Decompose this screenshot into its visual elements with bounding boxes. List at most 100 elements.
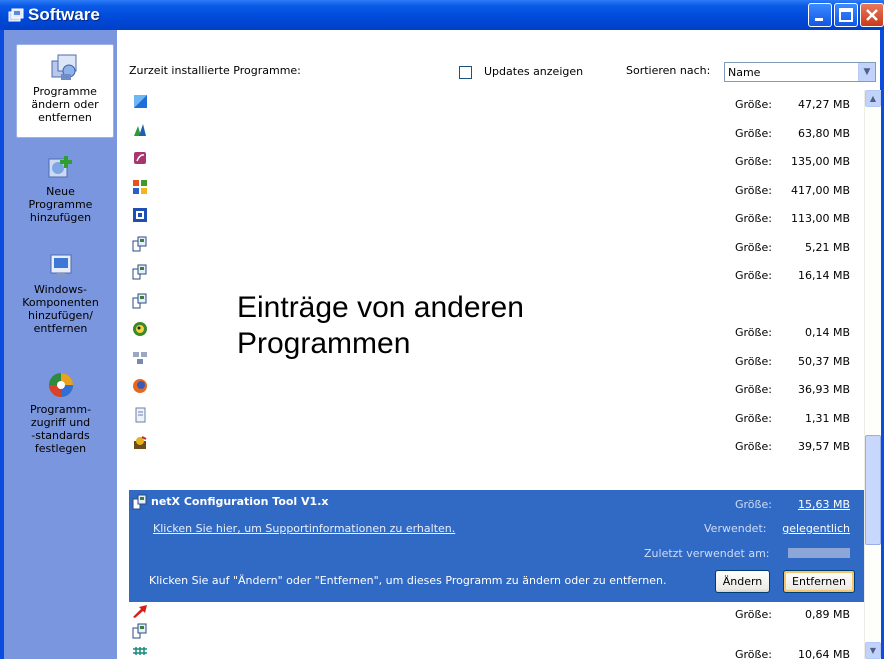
chart-app-icon — [134, 123, 146, 136]
selected-size-value[interactable]: 15,63 MB — [798, 498, 850, 511]
chevron-down-icon[interactable]: ▼ — [858, 63, 875, 81]
sidebar-item-windows-components[interactable]: Windows- Komponenten hinzufügen/ entfern… — [4, 245, 117, 335]
list-item[interactable]: Größe: 39,57 MB — [129, 432, 864, 460]
framework-app-icon — [133, 208, 147, 222]
sidebar-item-label: hinzufügen/ — [27, 309, 94, 322]
list-item[interactable]: Größe: 417,00 MB — [129, 176, 864, 204]
sidebar-item-label: Programm- — [29, 403, 92, 416]
list-item[interactable]: Größe: 135,00 MB — [129, 147, 864, 175]
installer-icon — [132, 293, 147, 308]
list-item[interactable]: Größe: 16,14 MB — [129, 261, 864, 289]
minimize-button[interactable] — [808, 3, 832, 27]
scroll-up-icon[interactable]: ▲ — [865, 90, 881, 107]
list-item[interactable]: Größe: 63,80 MB — [129, 119, 864, 147]
list-item[interactable] — [129, 290, 864, 318]
scroll-thumb[interactable] — [865, 435, 881, 545]
sidebar-item-label: zugriff und — [30, 416, 91, 429]
size-label: Größe: — [735, 648, 772, 659]
size-label: Größe: — [735, 440, 772, 453]
sidebar-item-change-remove[interactable]: Programme ändern oder entfernen — [16, 44, 114, 138]
list-scrollbar[interactable]: ▲ ▼ — [864, 90, 881, 659]
red-arrow-app-icon — [133, 605, 147, 618]
size-label: Größe: — [735, 326, 772, 339]
size-label: Größe: — [735, 269, 772, 282]
sidebar-item-label: entfernen — [38, 111, 92, 124]
sidebar-item-label: -standards — [31, 429, 90, 442]
size-value: 63,80 MB — [797, 126, 850, 140]
sidebar-item-label: entfernen — [33, 322, 88, 335]
sidebar-item-label: Programme — [28, 198, 93, 211]
scroll-down-icon[interactable]: ▼ — [865, 642, 881, 659]
maximize-button[interactable] — [834, 3, 858, 27]
window-title: Software — [28, 5, 100, 24]
selected-program-name: netX Configuration Tool V1.x — [151, 495, 329, 508]
change-button[interactable]: Ändern — [715, 570, 770, 593]
size-label: Größe: — [735, 383, 772, 396]
program-access-defaults-icon — [48, 373, 73, 397]
installer-icon — [132, 494, 147, 510]
minimize-icon — [815, 18, 823, 21]
list-item[interactable]: Größe: 50,37 MB — [129, 347, 864, 375]
size-value: 1,31 MB — [804, 411, 850, 425]
media-app-icon — [134, 152, 146, 164]
list-item[interactable]: Größe: 36,93 MB — [129, 375, 864, 403]
size-label: Größe: — [735, 183, 772, 197]
sidebar-item-add-programs[interactable]: Neue Programme hinzufügen — [4, 147, 117, 224]
programs-change-remove-icon — [51, 54, 77, 80]
show-updates-label[interactable]: Updates anzeigen — [484, 65, 583, 78]
list-item[interactable]: Größe: 5,21 MB — [129, 233, 864, 261]
main-pane: Zurzeit installierte Programme: Updates … — [117, 30, 881, 659]
list-item[interactable]: Größe: 1,31 MB — [129, 404, 864, 432]
close-button[interactable] — [860, 3, 884, 27]
installer-icon — [132, 264, 147, 280]
selected-program-row[interactable]: netX Configuration Tool V1.x Größe: 15,6… — [129, 490, 864, 602]
show-updates-checkbox[interactable] — [459, 66, 472, 79]
sort-by-select[interactable]: Name ▼ — [724, 62, 876, 82]
task-sidebar: Programme ändern oder entfernen Neue Pro… — [4, 30, 117, 659]
sort-by-value: Name — [728, 66, 761, 79]
size-value: 0,14 MB — [804, 326, 850, 339]
list-item[interactable]: Größe: 10,64 MB — [129, 640, 864, 659]
remove-button[interactable]: Entfernen — [783, 570, 855, 593]
size-value: 113,00 MB — [790, 212, 850, 225]
list-item[interactable]: Größe: 113,00 MB — [129, 204, 864, 232]
sort-by-label: Sortieren nach: — [626, 64, 711, 77]
size-value: 135,00 MB — [790, 155, 850, 168]
usage-value[interactable]: gelegentlich — [782, 522, 850, 535]
selected-size-label: Größe: — [735, 498, 772, 511]
size-value: 47,27 MB — [797, 98, 850, 111]
globe-app-icon — [133, 322, 147, 336]
list-item[interactable]: Größe: 0,14 MB — [129, 318, 864, 346]
program-list-below: Größe: 0,89 MB Größe: 10,64 MB — [129, 602, 864, 659]
size-value: 5,21 MB — [804, 240, 850, 254]
size-value: 16,14 MB — [797, 269, 850, 282]
teal-grid-app-icon — [133, 647, 147, 655]
office-app-icon — [133, 179, 147, 194]
blue-square-app-icon — [134, 95, 147, 108]
size-label: Größe: — [735, 126, 772, 140]
close-icon — [866, 9, 878, 21]
support-info-link[interactable]: Klicken Sie hier, um Supportinformatione… — [153, 522, 455, 535]
sidebar-item-label: hinzufügen — [29, 211, 92, 224]
size-value: 36,93 MB — [797, 383, 850, 396]
sidebar-item-program-access[interactable]: Programm- zugriff und -standards festleg… — [4, 365, 117, 455]
installed-programs-label: Zurzeit installierte Programme: — [129, 64, 301, 77]
size-value: 417,00 MB — [790, 183, 850, 197]
last-used-value-redacted — [788, 548, 850, 558]
size-label: Größe: — [735, 98, 772, 111]
size-value: 39,57 MB — [797, 440, 850, 453]
sidebar-item-label: Windows- — [33, 283, 88, 296]
windows-components-icon — [50, 254, 71, 277]
size-value: 50,37 MB — [797, 354, 850, 368]
list-item[interactable]: Größe: 47,27 MB — [129, 90, 864, 118]
software-window: Software Programme ändern oder entfernen — [0, 0, 884, 659]
network-app-icon — [133, 351, 147, 364]
last-used-label: Zuletzt verwendet am: — [644, 547, 770, 560]
add-programs-icon — [48, 156, 72, 178]
installer-icon — [132, 236, 147, 251]
title-bar[interactable]: Software — [0, 0, 884, 30]
firefox-icon — [133, 379, 147, 393]
maximize-icon — [839, 8, 853, 22]
size-label: Größe: — [735, 240, 772, 254]
sidebar-item-label: Neue — [46, 185, 75, 198]
